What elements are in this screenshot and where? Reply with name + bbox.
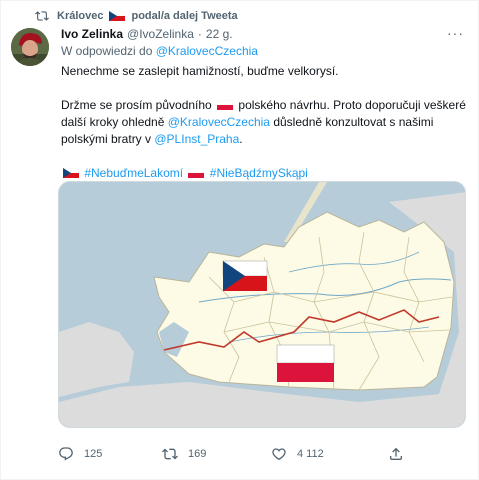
- retweet-button[interactable]: 169: [162, 446, 206, 462]
- like-button[interactable]: 4 112: [271, 446, 324, 462]
- p2-end: .: [239, 132, 243, 146]
- like-count: 4 112: [297, 448, 324, 460]
- polish-flag-overlay: [276, 344, 335, 382]
- czech-flag-icon: [63, 168, 79, 178]
- tweet-actions: 125 169 4 112: [58, 446, 466, 464]
- share-icon: [390, 447, 402, 460]
- tweet-paragraph-2: Držme se prosím původního polského návrh…: [61, 97, 466, 148]
- polish-flag-icon: [217, 100, 234, 110]
- share-button[interactable]: [388, 446, 404, 462]
- retweet-suffix: podal/a dalej Tweeta: [131, 10, 238, 22]
- tweet-paragraph-1: Nenechme se zaslepit hamižností, buďme v…: [61, 64, 339, 78]
- hashtag-link-2[interactable]: #NieBądźmySkąpi: [210, 166, 308, 180]
- tweet-card[interactable]: Královec podal/a dalej Tweeta Ivo Zelink…: [0, 0, 479, 480]
- tweet-header: Ivo Zelinka @IvoZelinka · 22 g.: [61, 27, 233, 41]
- reply-icon: [59, 447, 73, 461]
- p2-text-1: Držme se prosím původního: [61, 98, 212, 112]
- reply-context: W odpowiedzi do @KralovecCzechia: [61, 44, 258, 58]
- mention-plinst-link[interactable]: @PLInst_Praha: [154, 132, 239, 146]
- polish-flag-icon: [188, 168, 205, 178]
- tweet-hashtags: #NebuďmeLakomí #NieBądźmySkąpi: [61, 165, 466, 182]
- tweet-text: Nenechme se zaslepit hamižností, buďme v…: [61, 63, 466, 182]
- retweeter-name[interactable]: Královec: [57, 10, 103, 22]
- map-image: [59, 182, 465, 427]
- more-icon[interactable]: ···: [447, 25, 464, 41]
- heart-icon: [272, 448, 286, 461]
- retweet-icon: [35, 11, 49, 21]
- retweet-count: 169: [188, 448, 207, 460]
- separator-dot: ·: [197, 27, 202, 41]
- avatar[interactable]: [11, 28, 49, 66]
- mention-kralovec-link[interactable]: @KralovecCzechia: [168, 115, 270, 129]
- hashtag-link-1[interactable]: #NebuďmeLakomí: [84, 166, 183, 180]
- reply-mention-link[interactable]: @KralovecCzechia: [156, 44, 258, 58]
- reply-count: 125: [84, 448, 103, 460]
- czech-flag-overlay: [222, 260, 268, 291]
- author-name[interactable]: Ivo Zelinka: [61, 27, 123, 41]
- author-handle[interactable]: @IvoZelinka: [127, 27, 194, 41]
- tweet-media-map[interactable]: [58, 181, 466, 428]
- tweet-time[interactable]: 22 g.: [206, 27, 233, 41]
- reply-button[interactable]: 125: [58, 446, 102, 462]
- czech-flag-icon: [109, 11, 126, 21]
- retweet-banner[interactable]: Královec podal/a dalej Tweeta: [35, 9, 238, 23]
- reply-prefix: W odpowiedzi do: [61, 44, 153, 58]
- retweet-icon: [162, 448, 178, 460]
